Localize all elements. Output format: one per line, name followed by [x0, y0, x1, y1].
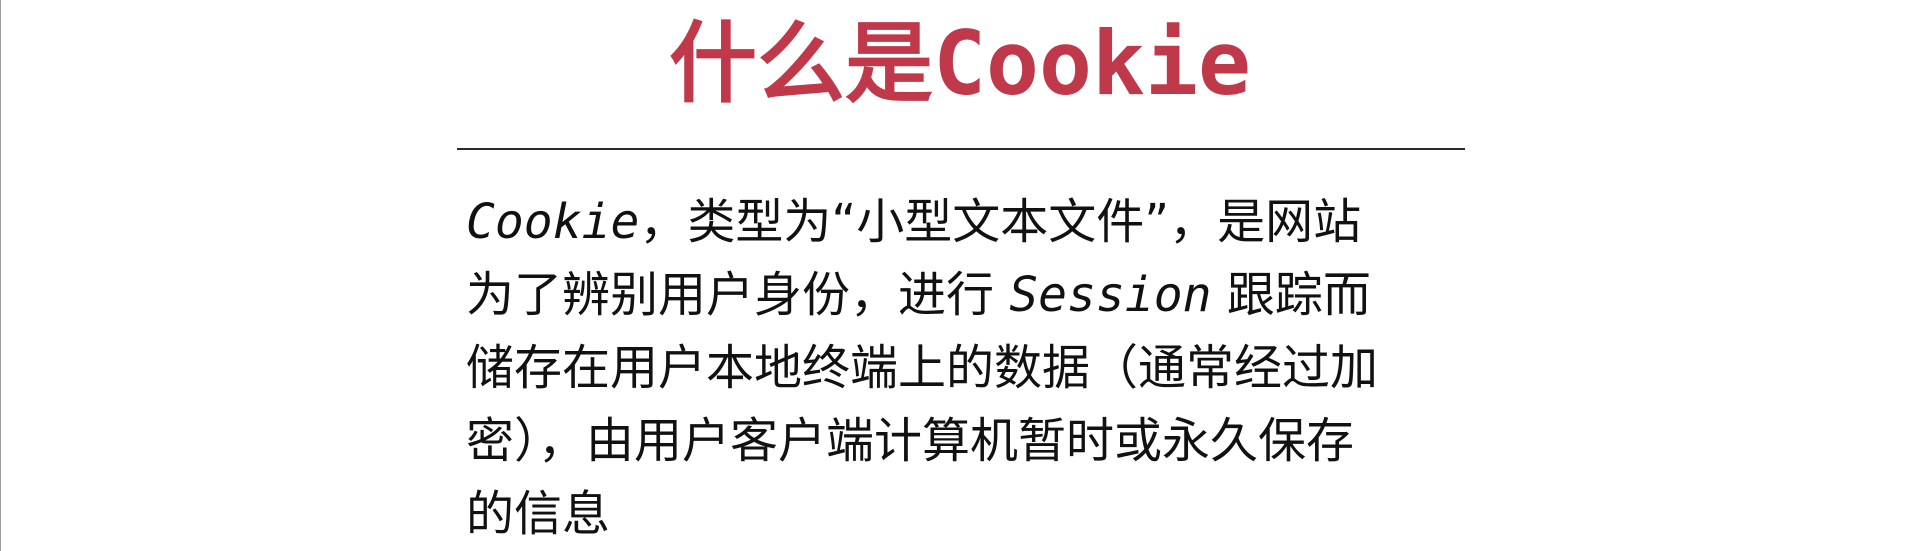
line-2-text-before: 为了辨别用户身份，进行: [466, 267, 1010, 323]
title-prefix: 什么是: [669, 12, 934, 115]
definition-paragraph: Cookie，类型为“小型文本文件”，是网站 为了辨别用户身份，进行 Sessi…: [466, 186, 1466, 551]
term-cookie: Cookie: [466, 194, 640, 250]
paragraph-line-4: 密），由用户客户端计算机暂时或永久保存: [466, 413, 1355, 469]
paragraph-line-1: Cookie，类型为“小型文本文件”，是网站: [466, 186, 1466, 259]
paragraph-line-3: 储存在用户本地终端上的数据（通常经过加: [466, 340, 1379, 396]
paragraph-line-2: 为了辨别用户身份，进行 Session 跟踪而: [466, 259, 1466, 332]
title-divider: [457, 148, 1465, 150]
page-title: 什么是Cookie: [0, 14, 1920, 114]
title-keyword: Cookie: [933, 12, 1251, 115]
paragraph-line-5: 的信息: [466, 486, 611, 542]
line-2-text-after: 跟踪而: [1211, 267, 1371, 323]
term-session: Session: [1009, 267, 1212, 323]
line-1-text: ，类型为“小型文本文件”，是网站: [639, 194, 1362, 250]
